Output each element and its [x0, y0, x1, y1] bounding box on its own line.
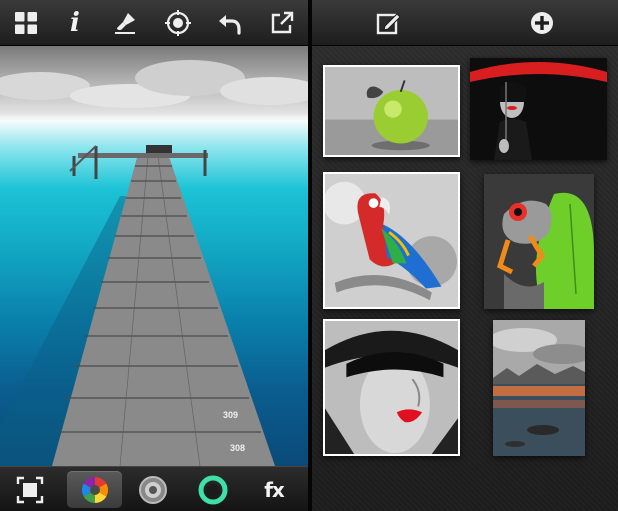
- info-button[interactable]: i: [59, 7, 91, 39]
- gallery-item-landscape[interactable]: [493, 320, 585, 456]
- gallery-item-apple[interactable]: [323, 65, 460, 157]
- umbrella-thumbnail: [470, 58, 607, 160]
- frog-thumbnail: [484, 174, 594, 309]
- share-icon: [271, 11, 294, 34]
- color-wheel-button[interactable]: [67, 471, 122, 508]
- fit-screen-icon: [16, 476, 44, 503]
- editor-toolbar: i: [0, 0, 308, 46]
- gallery-item-lips[interactable]: [323, 319, 460, 456]
- edit-button[interactable]: [372, 7, 404, 39]
- gallery-panel: [312, 0, 618, 511]
- add-icon: [531, 12, 553, 34]
- gray-wheel-icon: [139, 475, 167, 504]
- gallery-item-frog[interactable]: [484, 174, 594, 309]
- info-icon: i: [70, 8, 80, 38]
- share-button[interactable]: [266, 7, 298, 39]
- pier-number-308: 308: [230, 443, 245, 453]
- tools-bar: fx: [0, 466, 308, 511]
- green-wheel-button[interactable]: [191, 471, 235, 508]
- apple-thumbnail: [325, 67, 458, 155]
- pier-image: 309 308: [0, 60, 308, 466]
- editor-panel: i 309 308 fx: [0, 0, 308, 511]
- gallery-item-parrot[interactable]: [323, 172, 460, 309]
- color-wheel-icon: [81, 476, 108, 503]
- parrot-thumbnail: [325, 174, 458, 307]
- fit-screen-button[interactable]: [8, 471, 52, 508]
- brush-icon: [115, 13, 135, 34]
- editing-photo[interactable]: 309 308: [0, 46, 308, 466]
- fx-icon: fx: [264, 477, 285, 502]
- gallery-toolbar: [312, 0, 618, 46]
- undo-button[interactable]: [214, 7, 246, 39]
- grid-button[interactable]: [10, 7, 42, 39]
- add-button[interactable]: [526, 7, 558, 39]
- grid-icon: [15, 12, 37, 34]
- brush-button[interactable]: [109, 7, 141, 39]
- gray-wheel-button[interactable]: [131, 471, 175, 508]
- target-icon: [165, 10, 191, 36]
- fx-button[interactable]: fx: [252, 471, 296, 508]
- pier-number-309: 309: [223, 410, 238, 420]
- edit-icon: [376, 13, 401, 35]
- landscape-thumbnail: [493, 320, 585, 456]
- gallery-item-umbrella[interactable]: [470, 58, 607, 160]
- lips-thumbnail: [325, 321, 458, 454]
- target-button[interactable]: [162, 7, 194, 39]
- undo-icon: [219, 15, 241, 35]
- green-wheel-icon: [198, 475, 228, 504]
